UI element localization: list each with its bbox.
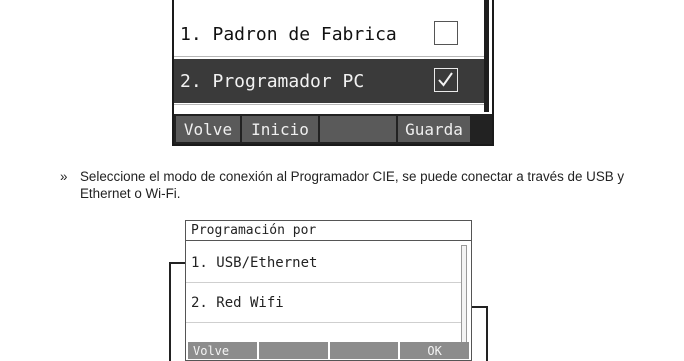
softkey-bar: Volve Inicio Guarda [174,114,492,144]
softkey-volve[interactable]: Volve [188,342,257,359]
row-divider [174,56,484,57]
screen-title: Programación por [186,221,471,241]
softkey-inicio[interactable]: Inicio [242,116,318,142]
menu-item-label: 1. USB/Ethernet [191,255,318,271]
menu-item-programador-pc[interactable]: 2. Programador PC [174,59,484,103]
row-divider [174,104,484,105]
softkey-empty[interactable] [320,116,396,142]
softkey-volve[interactable]: Volve [176,116,240,142]
lcd-screen-config: 1. Padron de Fabrica 2. Programador PC V… [172,0,494,146]
softkey-guarda[interactable]: Guarda [398,116,470,142]
softkey-ok[interactable]: OK [400,342,469,359]
softkey-empty[interactable] [329,342,399,359]
menu-item-label: 1. Padron de Fabrica [180,23,397,45]
menu-item-padron-fabrica[interactable]: 1. Padron de Fabrica [174,12,484,56]
bracket-line [169,262,171,361]
instruction-paragraph: » Seleccione el modo de conexión al Prog… [60,168,660,202]
scrollbar[interactable] [461,245,467,343]
softkey-bar: Volve OK [186,341,471,360]
row-divider [186,322,462,323]
menu-item-label: 2. Programador PC [180,70,365,92]
menu-item-usb-ethernet[interactable]: 1. USB/Ethernet [186,243,462,283]
checkbox-checked-icon[interactable] [434,68,458,92]
scrollbar[interactable] [484,0,489,112]
bracket-line [486,306,488,361]
menu-item-label: 2. Red Wifi [191,295,284,311]
softkey-empty[interactable] [258,342,328,359]
bullet-marker: » [60,169,68,184]
instruction-text: Seleccione el modo de conexión al Progra… [80,169,625,201]
menu-item-red-wifi[interactable]: 2. Red Wifi [186,283,462,323]
lcd-screen-connection: Programación por 1. USB/Ethernet 2. Red … [185,220,472,361]
checkbox-unchecked-icon[interactable] [434,21,458,45]
